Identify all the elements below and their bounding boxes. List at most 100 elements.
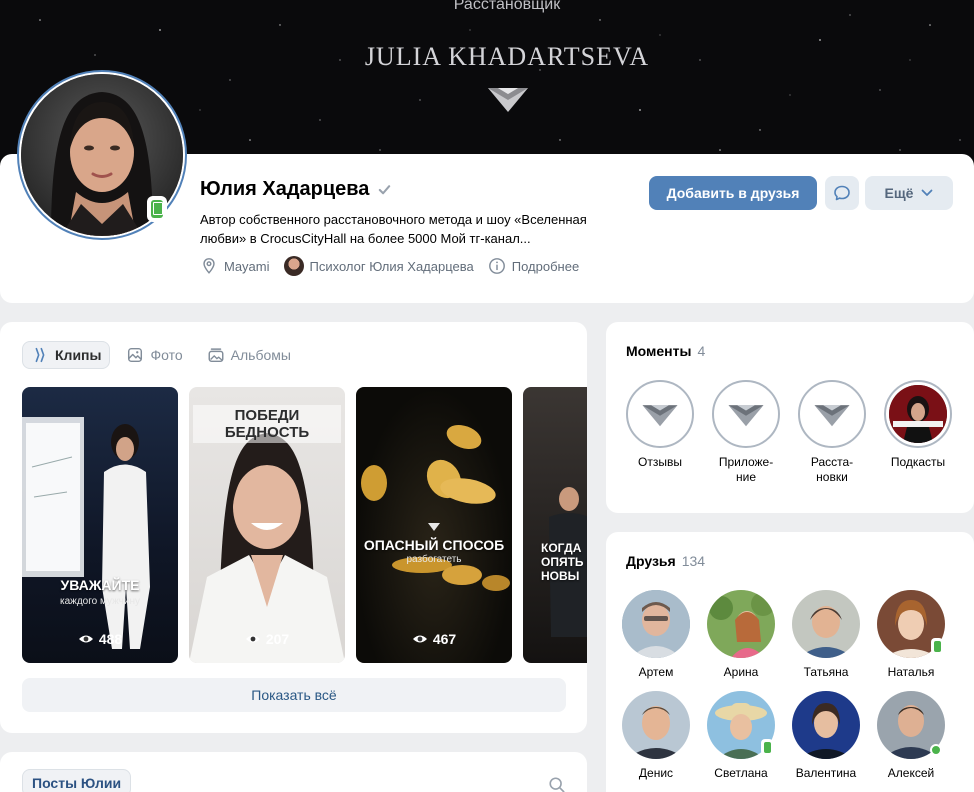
clip-thumbnail	[549, 487, 587, 637]
diamond-logo-icon	[814, 405, 850, 427]
clips-row: УВАЖАЙТЕ каждого мужчину 488 ПОБЕДИ БЕДН…	[22, 387, 587, 663]
tab-albums[interactable]: Альбомы	[199, 341, 299, 369]
moment-item[interactable]: Приложе-ние	[712, 380, 780, 485]
info-icon	[488, 258, 505, 274]
online-mobile-indicator	[147, 196, 167, 222]
profile-bio: Автор собственного расстановочного метод…	[200, 212, 587, 246]
friends-card: Друзья 134 Артем Арина Татьяна Наталья Д…	[606, 532, 974, 792]
clip-subcaption: каждого мужчину	[59, 596, 140, 607]
community-avatar	[283, 256, 304, 276]
profile-name: Юлия Хадарцева	[200, 178, 370, 200]
moment-label: Расста-новки	[810, 455, 854, 484]
add-friend-button[interactable]: Добавить в друзья	[649, 176, 817, 210]
friend-item[interactable]: Арина	[707, 590, 775, 679]
friend-avatar	[707, 590, 775, 658]
friend-item[interactable]: Денис	[622, 691, 690, 780]
message-button[interactable]	[825, 176, 859, 210]
tab-clips-label: Клипы	[55, 347, 102, 363]
clip-subcaption: разбогатеть	[406, 554, 462, 565]
moments-list: Отзывы Приложе-ние Расста-новки Подкасты	[626, 380, 952, 485]
friend-name: Артем	[638, 665, 674, 679]
diamond-logo-icon	[488, 88, 528, 112]
friend-item[interactable]: Артем	[622, 590, 690, 679]
friend-item[interactable]: Алексей	[877, 691, 945, 780]
moment-label: Подкасты	[890, 455, 946, 469]
friends-header[interactable]: Друзья 134	[626, 553, 705, 569]
friend-name: Наталья	[887, 665, 935, 679]
friend-item[interactable]: Наталья	[877, 590, 945, 679]
friend-avatar	[792, 691, 860, 759]
online-indicator	[930, 744, 942, 756]
online-mobile-indicator	[761, 739, 773, 755]
message-bubble-icon	[834, 185, 850, 201]
online-mobile-indicator	[931, 638, 943, 654]
more-button-label: Ещё	[884, 185, 914, 201]
podcast-cover-image	[889, 385, 947, 443]
moment-label: Отзывы	[638, 455, 682, 469]
friends-title: Друзья	[626, 553, 676, 569]
friend-name: Татьяна	[803, 665, 849, 679]
clip-caption: УВАЖАЙТЕ	[60, 577, 140, 593]
moment-item[interactable]: Подкасты	[884, 380, 952, 485]
location-pin-icon	[203, 258, 215, 274]
diamond-logo-icon	[728, 405, 764, 427]
clip-views: 488	[22, 631, 178, 647]
friend-avatar	[792, 590, 860, 658]
clip-banner: ПОБЕДИ БЕДНОСТЬ	[193, 405, 341, 443]
clips-icon	[35, 347, 45, 363]
moment-label: Приложе-ние	[718, 455, 774, 484]
media-card: Клипы Фото Альбомы УВАЖАЙТЕ каждого мужч…	[0, 322, 587, 733]
moment-item[interactable]: Отзывы	[626, 380, 694, 485]
location-text: Mayami	[224, 258, 270, 274]
moments-count: 4	[697, 343, 706, 359]
location-item: Mayami	[200, 257, 270, 275]
moments-card: Моменты 4 Отзывы Приложе-ние Расста-новк…	[606, 322, 974, 513]
search-icon[interactable]	[548, 776, 566, 792]
albums-icon	[208, 348, 224, 363]
clip-item[interactable]: УВАЖАЙТЕ каждого мужчину 488	[22, 387, 178, 663]
clip-views-count: 207	[265, 631, 290, 647]
moments-header[interactable]: Моменты 4	[626, 343, 705, 359]
clip-thumbnail	[361, 424, 510, 591]
friend-name: Светлана	[714, 766, 768, 780]
friends-grid: Артем Арина Татьяна Наталья Денис Светла…	[622, 590, 945, 780]
friend-name: Алексей	[887, 766, 935, 780]
friend-avatar	[622, 590, 690, 658]
diamond-logo-icon	[642, 405, 678, 427]
clip-views-count: 488	[98, 631, 123, 647]
clip-views: 467	[356, 631, 512, 647]
clip-item[interactable]: ПОБЕДИ БЕДНОСТЬ 207	[189, 387, 345, 663]
profile-meta: Mayami Психолог Юлия Хадарцева Подробнее	[200, 256, 579, 276]
friend-name: Денис	[638, 766, 674, 780]
friend-item[interactable]: Татьяна	[792, 590, 860, 679]
tab-clips[interactable]: Клипы	[22, 341, 111, 369]
friend-item[interactable]: Светлана	[707, 691, 775, 780]
moment-item[interactable]: Расста-новки	[798, 380, 866, 485]
clip-caption: КОГДА ОПЯТЬ В НОВЫ	[541, 541, 587, 583]
chevron-down-icon	[922, 189, 933, 196]
friend-item[interactable]: Валентина	[792, 691, 860, 780]
verified-check-icon[interactable]	[377, 182, 392, 197]
details-text: Подробнее	[511, 258, 580, 274]
friend-name: Валентина	[795, 766, 857, 780]
more-button[interactable]: Ещё	[865, 176, 953, 210]
eye-icon	[78, 635, 93, 643]
tab-photos-label: Фото	[150, 347, 183, 363]
cover-title: JULIA KHADARTSEVA	[364, 42, 650, 71]
community-link[interactable]: Психолог Юлия Хадарцева	[283, 256, 474, 276]
clip-item[interactable]: ОПАСНЫЙ СПОСОБ разбогатеть 467	[356, 387, 512, 663]
moments-title: Моменты	[626, 343, 692, 359]
media-tabs: Клипы Фото Альбомы	[22, 341, 299, 369]
posts-card: Посты Юлии	[0, 752, 587, 792]
show-all-button[interactable]: Показать всё	[22, 678, 566, 712]
tab-photos[interactable]: Фото	[118, 341, 190, 369]
clip-views-count: 467	[432, 631, 457, 647]
clip-item[interactable]: КОГДА ОПЯТЬ В НОВЫ	[523, 387, 587, 663]
community-text: Психолог Юлия Хадарцева	[309, 258, 474, 274]
friend-name: Арина	[723, 665, 759, 679]
details-link[interactable]: Подробнее	[488, 257, 579, 275]
cover-subtitle: Расстановщик	[453, 0, 561, 13]
posts-tab[interactable]: Посты Юлии	[22, 769, 132, 792]
photo-icon	[128, 347, 143, 363]
tab-albums-label: Альбомы	[230, 347, 291, 363]
